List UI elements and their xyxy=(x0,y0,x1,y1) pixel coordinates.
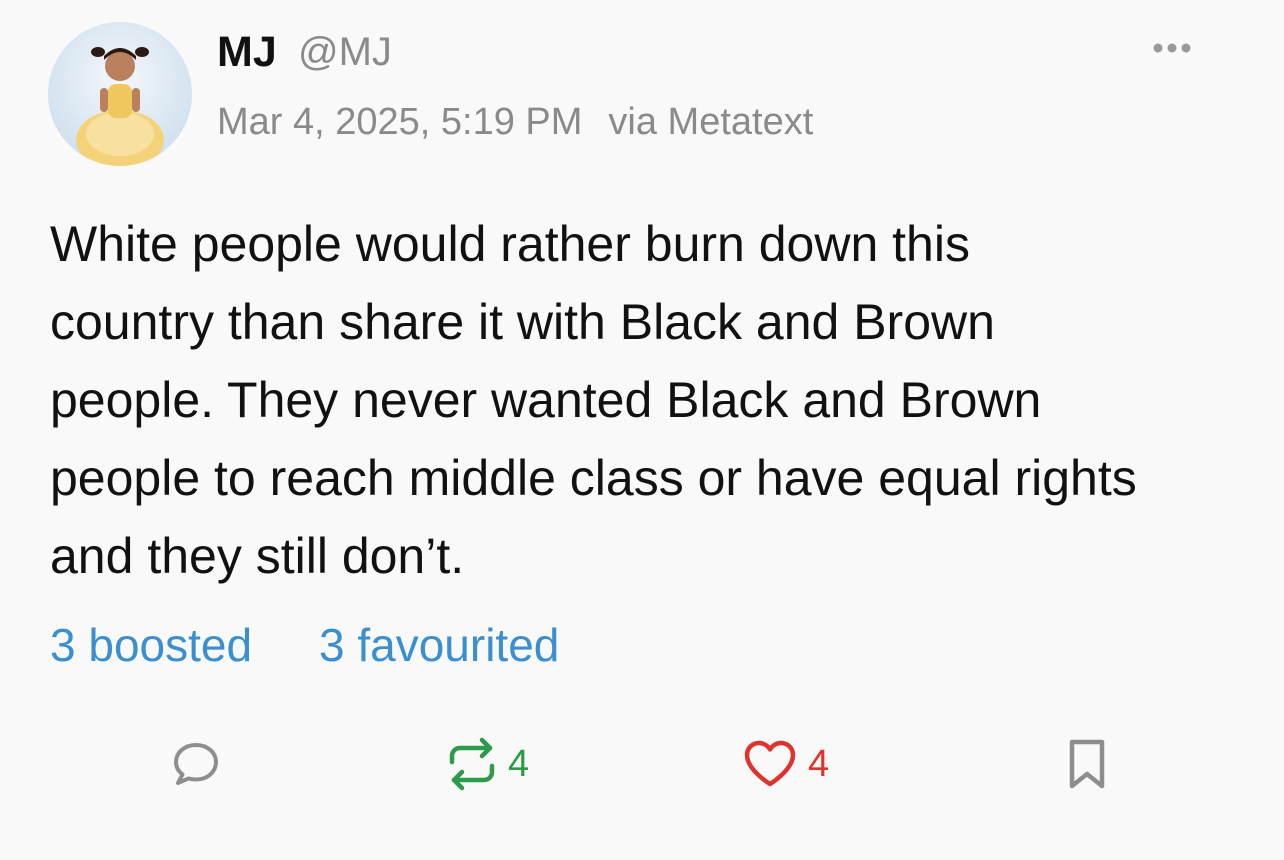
reply-button[interactable] xyxy=(170,734,222,794)
post-text-line: White people would rather burn down this xyxy=(50,216,970,272)
post-text-line: people to reach middle class or have equ… xyxy=(50,450,1137,506)
favourited-by-link[interactable]: 3 favourited xyxy=(319,618,559,672)
post-client: via Metatext xyxy=(608,101,814,143)
avatar-image xyxy=(48,22,192,166)
bookmark-icon xyxy=(1069,739,1105,789)
favourite-count: 4 xyxy=(808,742,830,785)
post-meta: Mar 4, 2025, 5:19 PM via Metatext xyxy=(217,101,813,144)
post-text-line: and they still don’t. xyxy=(50,528,465,584)
post-timestamp: Mar 4, 2025, 5:19 PM xyxy=(217,101,583,143)
ellipsis-icon xyxy=(1153,43,1191,53)
boost-button[interactable]: 4 xyxy=(446,734,529,794)
author-display-name[interactable]: MJ xyxy=(217,28,277,77)
avatar[interactable] xyxy=(48,22,192,166)
bookmark-button[interactable] xyxy=(1066,734,1108,794)
post-text-line: country than share it with Black and Bro… xyxy=(50,294,995,350)
speech-bubble-icon xyxy=(174,743,218,785)
post-text-line: people. They never wanted Black and Brow… xyxy=(50,372,1042,428)
heart-icon xyxy=(744,740,796,787)
more-options-button[interactable] xyxy=(1146,30,1198,66)
repeat-icon xyxy=(449,737,495,791)
boosted-by-link[interactable]: 3 boosted xyxy=(50,618,252,672)
author-handle[interactable]: @MJ xyxy=(298,30,392,75)
boost-count: 4 xyxy=(508,742,530,785)
favourite-button[interactable]: 4 xyxy=(742,734,829,794)
post-content: White people would rather burn down this… xyxy=(50,205,1250,595)
